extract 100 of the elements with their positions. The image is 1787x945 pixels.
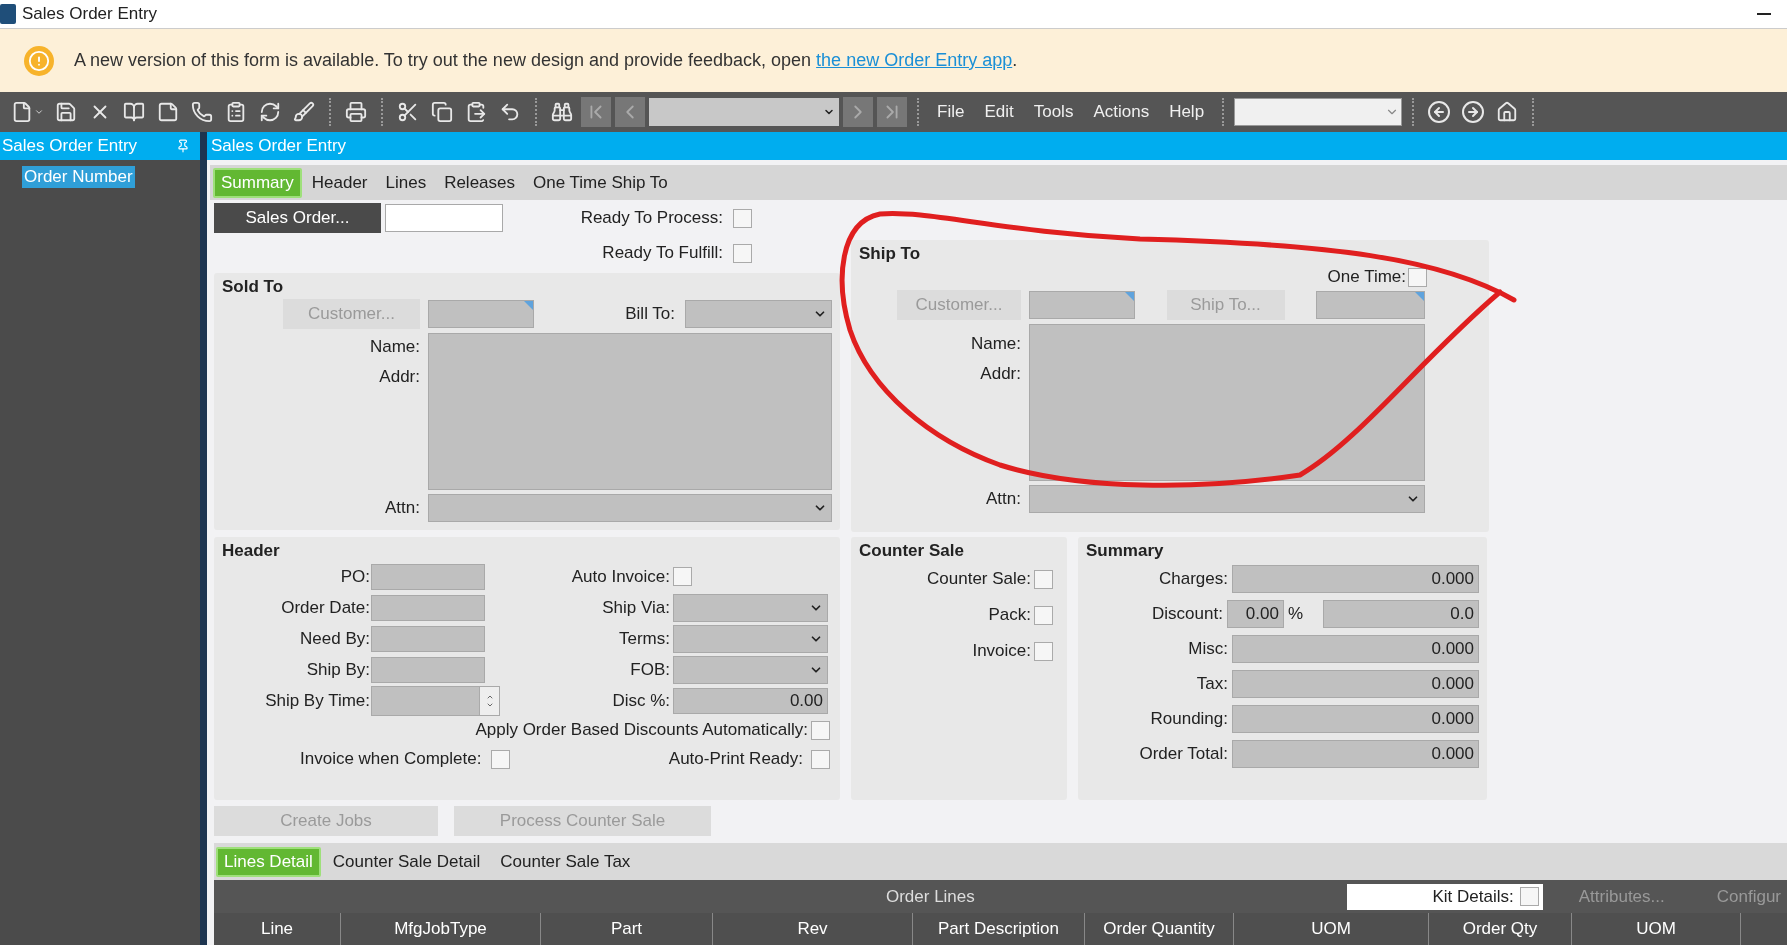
- text-field[interactable]: [371, 563, 485, 590]
- menu-item[interactable]: File: [929, 102, 973, 122]
- dropdown[interactable]: [673, 655, 828, 684]
- column-header[interactable]: Rev: [713, 913, 913, 945]
- grid-title: Order Lines: [884, 886, 976, 907]
- checkbox[interactable]: [491, 749, 511, 769]
- field-label: Auto Invoice:: [571, 566, 670, 587]
- field-label: Pack:: [988, 605, 1031, 625]
- column-header[interactable]: MfgJobType: [341, 913, 541, 945]
- column-header[interactable]: UOM: [1234, 913, 1429, 945]
- bill-to-dropdown[interactable]: [685, 300, 832, 328]
- previous-record-icon[interactable]: [615, 97, 645, 127]
- field-label: Ship Via:: [602, 597, 670, 618]
- menu-item[interactable]: Tools: [1025, 102, 1082, 122]
- column-header[interactable]: Order Qty: [1429, 913, 1572, 945]
- field-label: Addr:: [980, 364, 1021, 384]
- field-label: Ship By:: [306, 659, 370, 680]
- amount-field: 0.000: [1232, 669, 1479, 698]
- field-label: Ready To Fulfill:: [602, 243, 723, 263]
- checkbox[interactable]: [1034, 641, 1053, 661]
- pin-icon[interactable]: [176, 139, 190, 153]
- checkbox[interactable]: [673, 567, 692, 586]
- tab[interactable]: Counter Sale Tax: [492, 846, 639, 877]
- text-field[interactable]: [371, 656, 485, 683]
- checkbox[interactable]: [1034, 569, 1053, 589]
- field-label: Kit Details:: [1432, 886, 1514, 907]
- attn-dropdown[interactable]: [428, 494, 832, 522]
- column-header[interactable]: Part: [541, 913, 713, 945]
- field-label: Auto-Print Ready:: [668, 749, 803, 769]
- tab[interactable]: One Time Ship To: [525, 167, 676, 198]
- attn-dropdown[interactable]: [1029, 485, 1425, 513]
- field-label: Attn:: [986, 489, 1021, 509]
- field-label: Bill To:: [625, 304, 675, 324]
- window-title: Sales Order Entry: [22, 4, 159, 24]
- minimize-icon: [1757, 13, 1771, 15]
- field-label: Apply Order Based Discounts Automatically:: [475, 720, 808, 740]
- field-label: Need By:: [300, 628, 370, 649]
- amount-field: 0.0: [1323, 599, 1479, 628]
- text-field[interactable]: [371, 594, 485, 621]
- menu-item[interactable]: Edit: [976, 102, 1022, 122]
- time-spinner[interactable]: [371, 685, 500, 716]
- checkbox[interactable]: [811, 720, 830, 740]
- checkbox[interactable]: [811, 749, 830, 769]
- banner-message: A new version of this form is available. To try out the new design and provide feedback, open the new Order Entry app.: [74, 50, 1018, 71]
- sales-order-button[interactable]: Sales Order...: [214, 203, 381, 233]
- column-header[interactable]: Order Quantity: [1085, 913, 1234, 945]
- section-title: Ship To: [859, 244, 922, 264]
- order-number-field[interactable]: [385, 204, 503, 232]
- field-label: Addr:: [379, 367, 420, 387]
- dropdown[interactable]: [673, 624, 828, 653]
- panel-title: Sales Order Entry: [207, 132, 1787, 160]
- menu-item[interactable]: Actions: [1085, 102, 1158, 122]
- field-label: Invoice:: [972, 641, 1031, 661]
- amount-field: 0.000: [1232, 564, 1479, 593]
- percent-sign: %: [1287, 603, 1303, 624]
- field-label: Name:: [970, 334, 1021, 354]
- tab[interactable]: Lines: [377, 167, 435, 198]
- next-record-icon[interactable]: [843, 97, 873, 127]
- field-label: One Time:: [1327, 267, 1406, 287]
- field-label: Tax:: [1196, 673, 1228, 694]
- column-header[interactable]: Line: [214, 913, 341, 945]
- field-label: Order Total:: [1139, 743, 1228, 764]
- field-label: Order Date:: [281, 597, 370, 618]
- menu-item[interactable]: Help: [1161, 102, 1213, 122]
- checkbox[interactable]: [1408, 267, 1427, 287]
- ship-to-field[interactable]: [1316, 291, 1425, 319]
- field-label: Counter Sale:: [927, 569, 1031, 589]
- text-field[interactable]: [371, 625, 485, 652]
- toolbar-combo[interactable]: [1234, 98, 1403, 126]
- checkbox[interactable]: [733, 208, 752, 228]
- address-field[interactable]: [1029, 324, 1425, 481]
- field-label: Ready To Process:: [580, 208, 723, 228]
- sidebar-title: Sales Order Entry: [2, 136, 138, 156]
- number-field[interactable]: 0.00: [673, 687, 828, 714]
- customer-field[interactable]: [428, 300, 534, 328]
- field-label: Ship By Time:: [265, 690, 370, 711]
- column-header[interactable]: Part Description: [913, 913, 1085, 945]
- spinner-arrows-icon[interactable]: [479, 686, 499, 715]
- tab[interactable]: Header: [303, 167, 376, 198]
- field-label: Name:: [369, 337, 420, 357]
- field-label: Misc:: [1188, 638, 1228, 659]
- dropdown[interactable]: [673, 593, 828, 622]
- customer-field[interactable]: [1029, 291, 1135, 319]
- field-label: Charges:: [1159, 568, 1228, 589]
- checkbox[interactable]: [733, 243, 752, 263]
- tab[interactable]: Counter Sale Detail: [324, 846, 489, 877]
- amount-field: 0.000: [1232, 739, 1479, 768]
- last-record-icon[interactable]: [877, 97, 907, 127]
- field-label: Discount:: [1152, 603, 1223, 624]
- field-label: Rounding:: [1150, 708, 1228, 729]
- section-title: Header: [222, 541, 281, 561]
- checkbox[interactable]: [1034, 605, 1053, 625]
- tab[interactable]: Releases: [436, 167, 523, 198]
- amount-field: 0.000: [1232, 704, 1479, 733]
- warning-icon: [24, 45, 54, 76]
- address-field[interactable]: [428, 333, 832, 490]
- field-label: Terms:: [619, 628, 670, 649]
- checkbox[interactable]: [1519, 887, 1539, 906]
- section-title: Summary: [1086, 541, 1165, 561]
- column-header[interactable]: UOM: [1572, 913, 1741, 945]
